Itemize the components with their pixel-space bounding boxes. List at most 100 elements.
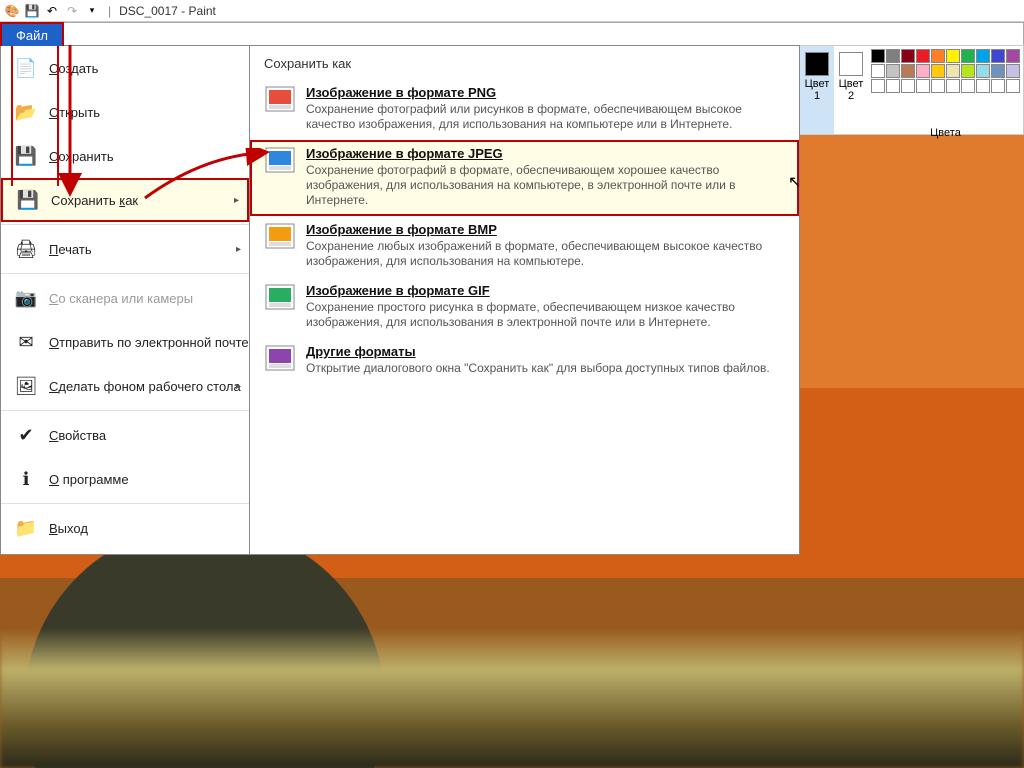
colors-group: Цвет 1 Цвет 2 Цвета bbox=[799, 45, 1024, 135]
title-bar: 🎨 💾 ↶ ↷ ▾ | DSC_0017 - Paint bbox=[0, 0, 1024, 22]
qat-redo-icon[interactable]: ↷ bbox=[64, 3, 80, 19]
format-gif[interactable]: Изображение в формате GIF Сохранение прос… bbox=[250, 277, 799, 338]
submenu-header: Сохранить как bbox=[250, 54, 799, 79]
exit-icon: 📁 bbox=[13, 515, 39, 541]
scanner-icon: 📷 bbox=[13, 285, 39, 311]
palette-swatch[interactable] bbox=[991, 49, 1005, 63]
file-menu-label: Отправить по электронной почте bbox=[49, 335, 249, 350]
file-menu-open[interactable]: 📂Открыть bbox=[1, 90, 249, 134]
file-menu-about[interactable]: ℹО программе bbox=[1, 457, 249, 501]
palette-swatch[interactable] bbox=[886, 79, 900, 93]
palette-swatch[interactable] bbox=[886, 64, 900, 78]
jpeg-format-icon bbox=[264, 146, 296, 174]
gif-format-icon bbox=[264, 283, 296, 311]
file-menu-label: Сделать фоном рабочего стола bbox=[49, 379, 241, 394]
color1-button[interactable]: Цвет 1 bbox=[800, 46, 834, 134]
save-as-submenu: Сохранить как Изображение в формате PNG С… bbox=[250, 45, 800, 555]
format-jpeg[interactable]: Изображение в формате JPEG Сохранение фот… bbox=[250, 140, 799, 216]
document-title: DSC_0017 - Paint bbox=[119, 4, 216, 18]
menu-separator bbox=[1, 503, 249, 504]
palette-swatch[interactable] bbox=[946, 79, 960, 93]
palette-swatch[interactable] bbox=[886, 49, 900, 63]
file-menu-print[interactable]: 🖨Печать▸ bbox=[1, 227, 249, 271]
palette-swatch[interactable] bbox=[961, 79, 975, 93]
ribbon-tabs: Файл bbox=[0, 22, 1024, 46]
file-menu-exit[interactable]: 📁 Выход bbox=[1, 506, 249, 550]
palette-swatch[interactable] bbox=[871, 49, 885, 63]
palette-swatch[interactable] bbox=[916, 79, 930, 93]
file-menu: 📄 Создать 📂Открыть 💾 Сохранить 💾 Сохранить как… bbox=[0, 45, 250, 555]
email-icon: ✉ bbox=[13, 329, 39, 355]
file-menu-label: Создать bbox=[49, 61, 98, 76]
palette-swatch[interactable] bbox=[976, 49, 990, 63]
palette-swatch[interactable] bbox=[976, 64, 990, 78]
format-description: Сохранение простого рисунка в формате, о… bbox=[306, 300, 785, 330]
saveas-icon: 💾 bbox=[15, 187, 41, 213]
new-icon: 📄 bbox=[13, 55, 39, 81]
palette-swatch[interactable] bbox=[931, 79, 945, 93]
format-title: Изображение в формате JPEG bbox=[306, 146, 785, 161]
submenu-arrow-icon: ▸ bbox=[236, 381, 241, 392]
qat-customize-icon[interactable]: ▾ bbox=[84, 3, 100, 19]
format-other[interactable]: Другие форматыОткрытие диалогового окна … bbox=[250, 338, 799, 384]
palette-swatch[interactable] bbox=[901, 64, 915, 78]
palette-swatch[interactable] bbox=[961, 64, 975, 78]
qat-save-icon[interactable]: 💾 bbox=[24, 3, 40, 19]
palette-swatch[interactable] bbox=[871, 64, 885, 78]
format-description: Сохранение фотографий в формате, обеспеч… bbox=[306, 163, 785, 208]
palette-swatch[interactable] bbox=[946, 64, 960, 78]
palette-swatch[interactable] bbox=[1006, 64, 1020, 78]
color2-swatch bbox=[839, 52, 863, 76]
props-icon: ✔ bbox=[13, 422, 39, 448]
file-tab[interactable]: Файл bbox=[0, 22, 64, 46]
palette-swatch[interactable] bbox=[991, 79, 1005, 93]
format-bmp[interactable]: Изображение в формате BMPСохранение любы… bbox=[250, 216, 799, 277]
qat-undo-icon[interactable]: ↶ bbox=[44, 3, 60, 19]
palette-swatch[interactable] bbox=[946, 49, 960, 63]
format-description: Сохранение фотографий или рисунков в фор… bbox=[306, 102, 785, 132]
color2-button[interactable]: Цвет 2 bbox=[834, 46, 868, 134]
palette-swatch[interactable] bbox=[1006, 49, 1020, 63]
file-menu-label: Свойства bbox=[49, 428, 106, 443]
file-menu-label: Печать bbox=[49, 242, 92, 257]
palette-swatch[interactable] bbox=[976, 79, 990, 93]
ribbon-area bbox=[64, 22, 1024, 46]
file-menu-label: Сохранить bbox=[49, 149, 114, 164]
file-menu-scanner: 📷 Со сканера или камеры bbox=[1, 276, 249, 320]
color1-swatch bbox=[805, 52, 829, 76]
palette-swatch[interactable] bbox=[991, 64, 1005, 78]
file-menu-email[interactable]: ✉ Отправить по электронной почте bbox=[1, 320, 249, 364]
about-icon: ℹ bbox=[13, 466, 39, 492]
color2-label: Цвет 2 bbox=[839, 78, 864, 102]
palette-swatch[interactable] bbox=[916, 64, 930, 78]
format-description: Сохранение любых изображений в формате, … bbox=[306, 239, 785, 269]
color-palette[interactable]: Цвета bbox=[868, 46, 1023, 134]
bmp-format-icon bbox=[264, 222, 296, 250]
file-menu-wallpaper[interactable]: 🖼 Сделать фоном рабочего стола▸ bbox=[1, 364, 249, 408]
format-title: Другие форматы bbox=[306, 344, 785, 359]
png-format-icon bbox=[264, 85, 296, 113]
file-menu-label: Со сканера или камеры bbox=[49, 291, 193, 306]
file-menu-new[interactable]: 📄 Создать bbox=[1, 46, 249, 90]
file-menu-save[interactable]: 💾 Сохранить bbox=[1, 134, 249, 178]
format-title: Изображение в формате GIF bbox=[306, 283, 785, 298]
file-menu-props[interactable]: ✔ Свойства bbox=[1, 413, 249, 457]
palette-swatch[interactable] bbox=[901, 49, 915, 63]
palette-swatch[interactable] bbox=[871, 79, 885, 93]
file-menu-saveas[interactable]: 💾 Сохранить как ▸ bbox=[1, 178, 249, 222]
palette-swatch[interactable] bbox=[961, 49, 975, 63]
palette-swatch[interactable] bbox=[901, 79, 915, 93]
palette-swatch[interactable] bbox=[931, 49, 945, 63]
submenu-arrow-icon: ▸ bbox=[234, 195, 239, 206]
format-png[interactable]: Изображение в формате PNG Сохранение фото… bbox=[250, 79, 799, 140]
file-menu-label: Сохранить как bbox=[51, 193, 138, 208]
save-icon: 💾 bbox=[13, 143, 39, 169]
menu-separator bbox=[1, 224, 249, 225]
file-menu-label: Выход bbox=[49, 521, 88, 536]
other-format-icon bbox=[264, 344, 296, 372]
palette-swatch[interactable] bbox=[1006, 79, 1020, 93]
palette-swatch[interactable] bbox=[916, 49, 930, 63]
palette-swatch[interactable] bbox=[931, 64, 945, 78]
format-title: Изображение в формате PNG bbox=[306, 85, 785, 100]
wallpaper-icon: 🖼 bbox=[13, 373, 39, 399]
